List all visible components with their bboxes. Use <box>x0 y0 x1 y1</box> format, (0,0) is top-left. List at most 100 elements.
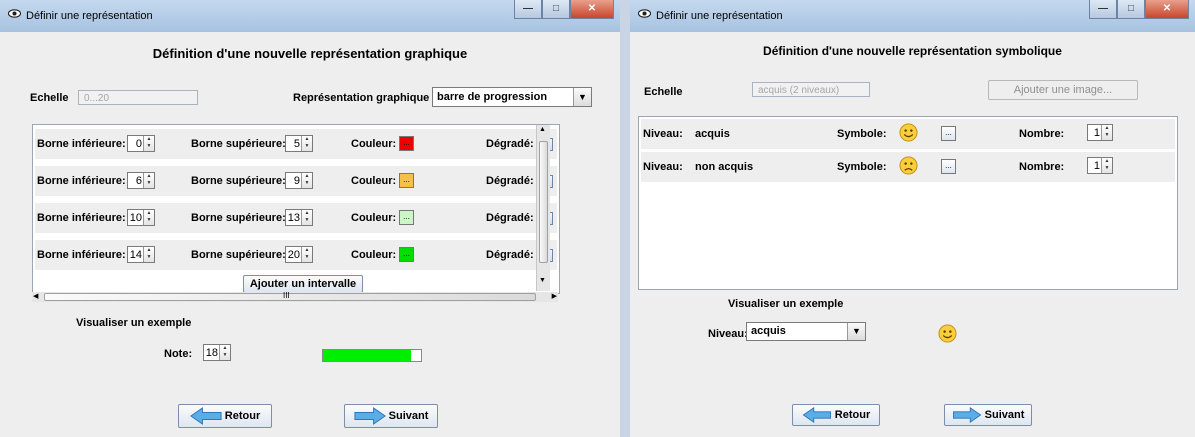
arrow-left-icon <box>190 407 222 425</box>
color-label: Couleur: <box>351 212 397 224</box>
minimize-button[interactable]: — <box>1089 0 1117 19</box>
chevron-down-icon[interactable]: ▼ <box>573 88 591 106</box>
spinner-arrows-icon[interactable]: ▲ ▼ <box>143 173 154 188</box>
scroll-thumb[interactable] <box>539 141 548 263</box>
minimize-button[interactable]: — <box>514 0 542 19</box>
smiley-sad-icon <box>899 156 918 175</box>
representation-label: Représentation graphique <box>293 92 430 104</box>
swatch-text: ... <box>403 175 410 184</box>
window-title: Définir une représentation <box>26 10 153 22</box>
gradient-label: Dégradé: <box>486 175 534 187</box>
upper-bound-label: Borne supérieure: <box>191 138 286 150</box>
arrow-right-icon <box>952 407 982 423</box>
browse-text: ... <box>945 161 952 170</box>
lower-bound-spinner[interactable]: 0 ▲ ▼ <box>127 135 155 152</box>
lower-bound-label: Borne inférieure: <box>37 175 126 187</box>
example-level-label: Niveau: <box>708 328 748 340</box>
lower-bound-spinner[interactable]: 10 ▲ ▼ <box>127 209 155 226</box>
scale-field: 0...20 <box>78 90 198 105</box>
representation-select[interactable]: barre de progression ▼ <box>432 87 592 107</box>
upper-bound-spinner[interactable]: 9 ▲ ▼ <box>285 172 313 189</box>
color-swatch-button[interactable]: ... <box>399 136 414 151</box>
spinner-arrows-icon[interactable]: ▲ ▼ <box>301 136 312 151</box>
arrow-right-icon <box>354 407 386 425</box>
maximize-button[interactable]: □ <box>1117 0 1145 19</box>
close-button[interactable]: ✕ <box>1145 0 1189 19</box>
upper-bound-value: 5 <box>293 138 300 150</box>
add-interval-label: Ajouter un intervalle <box>249 278 357 290</box>
upper-bound-label: Borne supérieure: <box>191 249 286 261</box>
levels-panel: Niveau: acquis Symbole: ... Nombre: 1 ▲ ▼… <box>638 116 1178 290</box>
smiley-happy-icon <box>938 324 957 343</box>
scroll-right-icon[interactable]: ▶ <box>552 292 557 300</box>
add-interval-button[interactable]: Ajouter un intervalle <box>243 275 363 293</box>
lower-bound-spinner[interactable]: 6 ▲ ▼ <box>127 172 155 189</box>
eye-icon <box>8 9 21 18</box>
h-scroll-thumb[interactable]: III <box>44 291 536 301</box>
intervals-panel: Borne inférieure: 0 ▲ ▼ Borne supérieure:… <box>32 124 560 294</box>
spinner-arrows-icon[interactable]: ▲ ▼ <box>219 345 230 360</box>
add-image-button[interactable]: Ajouter une image... <box>988 80 1138 100</box>
color-label: Couleur: <box>351 175 397 187</box>
vertical-scrollbar[interactable]: ▲ ▼ <box>536 125 550 291</box>
upper-bound-spinner[interactable]: 20 ▲ ▼ <box>285 246 313 263</box>
level-name: non acquis <box>695 161 754 173</box>
maximize-button[interactable]: □ <box>542 0 570 19</box>
close-button[interactable]: ✕ <box>570 0 614 19</box>
spinner-arrows-icon[interactable]: ▲ ▼ <box>301 173 312 188</box>
interval-row: Borne inférieure: 6 ▲ ▼ Borne supérieure:… <box>35 166 557 196</box>
swatch-text: ... <box>403 138 410 147</box>
upper-bound-value: 20 <box>287 249 300 261</box>
note-spinner[interactable]: 18 ▲ ▼ <box>203 344 231 361</box>
count-value: 1 <box>1093 160 1100 172</box>
gradient-label: Dégradé: <box>486 249 534 261</box>
title-bar[interactable]: Définir une représentation — □ ✕ <box>0 0 620 32</box>
scroll-down-icon[interactable]: ▼ <box>539 277 546 284</box>
example-progress-bar <box>322 349 422 362</box>
upper-bound-spinner[interactable]: 13 ▲ ▼ <box>285 209 313 226</box>
spinner-arrows-icon[interactable]: ▲ ▼ <box>143 136 154 151</box>
spinner-arrows-icon[interactable]: ▲ ▼ <box>301 210 312 225</box>
back-button[interactable]: Retour <box>178 404 272 428</box>
left-window: Définir une représentation — □ ✕ Définit… <box>0 0 620 437</box>
upper-bound-spinner[interactable]: 5 ▲ ▼ <box>285 135 313 152</box>
browse-symbol-button[interactable]: ... <box>941 159 956 174</box>
spinner-arrows-icon[interactable]: ▲ ▼ <box>1101 158 1112 173</box>
next-label: Suivant <box>388 410 429 422</box>
browse-symbol-button[interactable]: ... <box>941 126 956 141</box>
window-content: Définition d'une nouvelle représentation… <box>8 32 612 437</box>
example-heading: Visualiser un exemple <box>76 317 192 329</box>
example-level-select[interactable]: acquis ▼ <box>746 322 866 341</box>
next-button[interactable]: Suivant <box>344 404 438 428</box>
level-name: acquis <box>695 128 730 140</box>
spinner-arrows-icon[interactable]: ▲ ▼ <box>143 210 154 225</box>
title-bar[interactable]: Définir une représentation — □ ✕ <box>630 0 1195 32</box>
eye-icon <box>638 9 651 18</box>
page-title: Définition d'une nouvelle représentation… <box>152 46 468 61</box>
next-button[interactable]: Suivant <box>944 404 1032 426</box>
count-spinner[interactable]: 1 ▲ ▼ <box>1087 157 1113 174</box>
note-value: 18 <box>205 347 218 359</box>
window-controls: — □ ✕ <box>514 0 614 20</box>
back-button[interactable]: Retour <box>792 404 880 426</box>
lower-bound-spinner[interactable]: 14 ▲ ▼ <box>127 246 155 263</box>
arrow-left-icon <box>802 407 832 423</box>
scroll-up-icon[interactable]: ▲ <box>539 126 546 133</box>
color-swatch-button[interactable]: ... <box>399 173 414 188</box>
color-swatch-button[interactable]: ... <box>399 210 414 225</box>
lower-bound-label: Borne inférieure: <box>37 249 126 261</box>
scale-field: acquis (2 niveaux) <box>752 82 870 97</box>
symbol-label: Symbole: <box>837 128 887 140</box>
right-window: Définir une représentation — □ ✕ Définit… <box>630 0 1195 437</box>
count-spinner[interactable]: 1 ▲ ▼ <box>1087 124 1113 141</box>
chevron-down-icon[interactable]: ▼ <box>847 323 865 340</box>
count-label: Nombre: <box>1019 128 1065 140</box>
next-label: Suivant <box>984 409 1025 421</box>
upper-bound-label: Borne supérieure: <box>191 175 286 187</box>
color-swatch-button[interactable]: ... <box>399 247 414 262</box>
spinner-arrows-icon[interactable]: ▲ ▼ <box>301 247 312 262</box>
scroll-left-icon[interactable]: ◀ <box>33 292 38 300</box>
horizontal-scrollbar[interactable]: ◀ III ▶ <box>32 291 558 302</box>
spinner-arrows-icon[interactable]: ▲ ▼ <box>143 247 154 262</box>
spinner-arrows-icon[interactable]: ▲ ▼ <box>1101 125 1112 140</box>
